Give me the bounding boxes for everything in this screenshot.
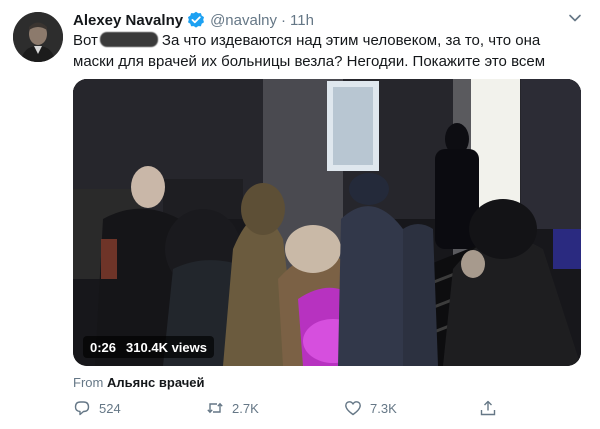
retweet-icon [207, 402, 223, 414]
reply-count: 524 [99, 400, 121, 416]
tweet-header: Alexey Navalny @navalny · 11h [73, 9, 314, 31]
author-handle[interactable]: @navalny [210, 12, 277, 29]
tweet-text-start: Вот [73, 32, 98, 49]
action-bar: 524 2.7K 7.3K [73, 399, 513, 423]
tweet-card[interactable]: Alexey Navalny @navalny · 11h Вот За что … [0, 0, 600, 429]
tweet-text: Вот За что издеваются над этим человеком,… [73, 30, 573, 72]
reply-button[interactable]: 524 [73, 399, 121, 417]
retweet-button[interactable]: 2.7K [206, 399, 259, 417]
verified-badge-icon [187, 11, 205, 29]
avatar[interactable] [13, 12, 63, 62]
share-button[interactable] [479, 399, 497, 417]
video-duration: 0:26 [90, 339, 117, 355]
heart-icon [345, 401, 361, 416]
video-player[interactable]: 0:26 310.4K views [73, 79, 581, 366]
like-count: 7.3K [370, 400, 397, 416]
chevron-down-icon[interactable] [566, 9, 584, 27]
retweet-count: 2.7K [232, 400, 259, 416]
redacted-text [99, 32, 158, 47]
source-prefix: From [73, 375, 104, 390]
video-stats: 0:26 310.4K views [83, 336, 214, 358]
share-icon [480, 400, 496, 416]
tweet-timestamp[interactable]: 11h [290, 12, 314, 29]
video-views: 310.4K views [126, 339, 207, 355]
reply-icon [74, 401, 90, 416]
source-link[interactable]: Альянс врачей [107, 375, 205, 390]
video-frame [73, 79, 581, 366]
media-source: From Альянс врачей [73, 375, 205, 390]
like-button[interactable]: 7.3K [344, 399, 397, 417]
author-name[interactable]: Alexey Navalny [73, 12, 183, 29]
header-separator: · [281, 11, 287, 29]
